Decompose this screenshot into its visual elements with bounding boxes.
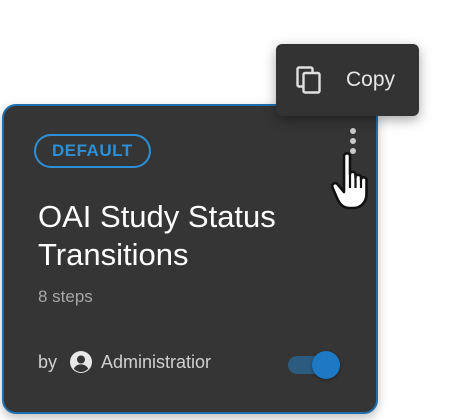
enabled-toggle[interactable] — [288, 350, 340, 380]
workflow-card[interactable]: DEFAULT OAI Study Status Transitions 8 s… — [2, 104, 378, 414]
menu-item-copy[interactable]: Copy — [276, 44, 419, 116]
stage: DEFAULT OAI Study Status Transitions 8 s… — [0, 0, 464, 420]
kebab-dot — [350, 138, 356, 144]
account-circle-icon — [69, 350, 93, 374]
author-name: Administratior — [101, 351, 212, 372]
author-line: by Administratior — [38, 350, 211, 374]
card-options-menu: Copy — [276, 44, 419, 116]
card-title: OAI Study Status Transitions — [38, 199, 276, 272]
hand-pointer-icon — [330, 150, 386, 212]
copy-icon — [296, 66, 322, 94]
default-badge: DEFAULT — [34, 134, 151, 168]
menu-item-label: Copy — [346, 68, 396, 91]
by-label: by — [38, 351, 58, 372]
toggle-thumb — [312, 351, 340, 379]
kebab-dot — [350, 128, 356, 134]
steps-count: 8 steps — [38, 287, 93, 306]
